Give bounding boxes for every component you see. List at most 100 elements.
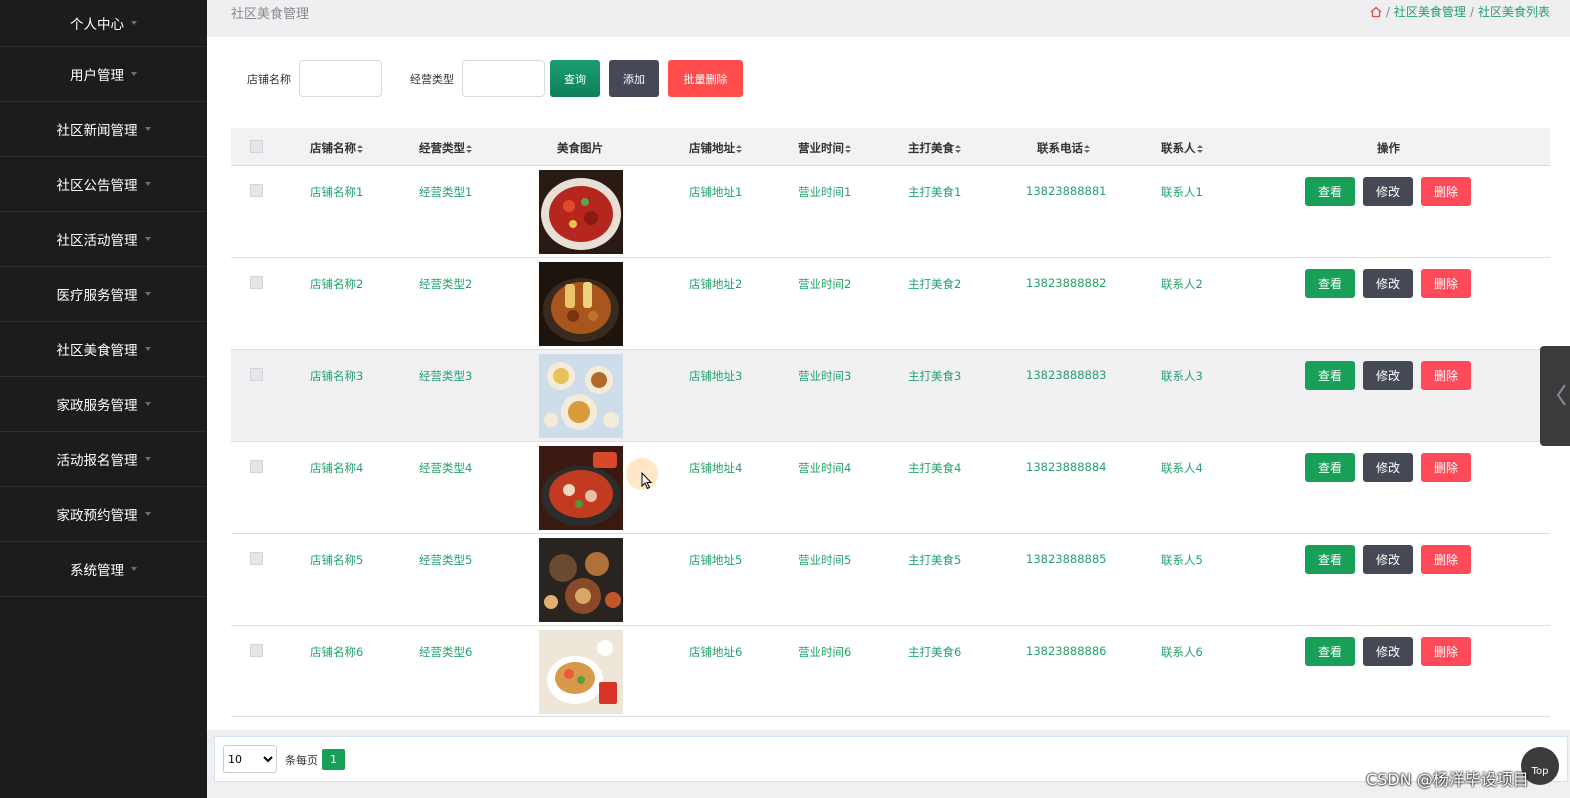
- column-header-label: 经营类型: [419, 141, 465, 155]
- view-button[interactable]: 查看: [1305, 545, 1355, 574]
- pagination: 10 条每页 1: [214, 736, 1568, 782]
- business-type-label: 经营类型: [410, 72, 454, 86]
- store-name-label: 店铺名称: [247, 72, 291, 86]
- phone-cell: 13823888883: [1026, 368, 1107, 382]
- food-image: [539, 630, 623, 714]
- row-actions: 查看 修改 删除: [1305, 545, 1471, 574]
- chevron-down-icon: [131, 567, 137, 571]
- delete-button[interactable]: 删除: [1421, 545, 1471, 574]
- search-bar: 店铺名称 经营类型 查询 添加 批量删除: [247, 60, 743, 97]
- sort-icon[interactable]: [357, 145, 363, 153]
- column-header-label: 联系人: [1161, 141, 1196, 155]
- business-type-cell: 经营类型2: [419, 277, 473, 291]
- sidebar-item-medical-management[interactable]: 医疗服务管理: [0, 267, 207, 322]
- breadcrumb-separator: /: [1469, 4, 1474, 19]
- store-address-cell: 店铺地址2: [689, 277, 743, 291]
- store-address-cell: 店铺地址6: [689, 645, 743, 659]
- row-checkbox[interactable]: [250, 552, 263, 565]
- sidebar-item-label: 社区新闻管理: [56, 123, 138, 139]
- add-button[interactable]: 添加: [609, 60, 659, 97]
- column-header-store-name[interactable]: 店铺名称: [310, 140, 363, 156]
- business-type-cell: 经营类型1: [419, 185, 473, 199]
- sidebar-item-food-management[interactable]: 社区美食管理: [0, 322, 207, 377]
- breadcrumb-item[interactable]: 社区美食管理: [1394, 3, 1466, 20]
- side-panel-toggle[interactable]: [1540, 346, 1570, 446]
- edit-button[interactable]: 修改: [1363, 361, 1413, 390]
- delete-button[interactable]: 删除: [1421, 177, 1471, 206]
- edit-button[interactable]: 修改: [1363, 177, 1413, 206]
- sidebar-item-notice-management[interactable]: 社区公告管理: [0, 157, 207, 212]
- phone-cell: 13823888881: [1026, 184, 1107, 198]
- sort-icon[interactable]: [1196, 145, 1203, 153]
- batch-delete-button[interactable]: 批量删除: [668, 60, 743, 97]
- chevron-down-icon: [144, 347, 151, 351]
- delete-button[interactable]: 删除: [1421, 637, 1471, 666]
- delete-button[interactable]: 删除: [1421, 453, 1471, 482]
- row-checkbox[interactable]: [250, 644, 263, 657]
- sort-icon[interactable]: [845, 145, 851, 153]
- row-checkbox[interactable]: [250, 184, 263, 197]
- table-row: 店铺名称1 经营类型1 店铺地址1 营业时间1 主打美食1 1382388888…: [231, 165, 1550, 257]
- edit-button[interactable]: 修改: [1363, 545, 1413, 574]
- page-number-current[interactable]: 1: [322, 749, 345, 770]
- table-row: 店铺名称6 经营类型6 店铺地址6 营业时间6 主打美食6 1382388888…: [231, 625, 1550, 717]
- sidebar-item-news-management[interactable]: 社区新闻管理: [0, 102, 207, 157]
- sort-icon[interactable]: [1084, 145, 1090, 153]
- business-type-cell: 经营类型3: [419, 369, 473, 383]
- phone-cell: 13823888882: [1026, 276, 1107, 290]
- chevron-down-icon: [144, 457, 151, 461]
- home-icon[interactable]: [1370, 6, 1382, 18]
- column-header-signature-dish[interactable]: 主打美食: [908, 140, 961, 156]
- delete-button[interactable]: 删除: [1421, 269, 1471, 298]
- mouse-cursor-icon: [641, 472, 653, 490]
- sort-icon[interactable]: [955, 145, 961, 153]
- row-checkbox[interactable]: [250, 368, 263, 381]
- column-header-business-hours[interactable]: 营业时间: [798, 140, 851, 156]
- sidebar-item-system-management[interactable]: 系统管理: [0, 542, 207, 597]
- sidebar-item-signup-management[interactable]: 活动报名管理: [0, 432, 207, 487]
- sort-icon[interactable]: [736, 145, 742, 153]
- column-header-business-type[interactable]: 经营类型: [419, 140, 472, 156]
- view-button[interactable]: 查看: [1305, 637, 1355, 666]
- chevron-left-icon: [1556, 384, 1566, 406]
- sidebar-item-housekeeping-management[interactable]: 家政服务管理: [0, 377, 207, 432]
- row-actions: 查看 修改 删除: [1305, 453, 1471, 482]
- store-name-cell: 店铺名称1: [310, 185, 364, 199]
- edit-button[interactable]: 修改: [1363, 637, 1413, 666]
- sort-icon[interactable]: [466, 145, 472, 153]
- query-button[interactable]: 查询: [550, 60, 600, 97]
- business-type-input[interactable]: [462, 60, 545, 97]
- watermark: CSDN @杨洋毕设项目: [1366, 770, 1529, 789]
- sidebar-item-label: 社区活动管理: [56, 233, 138, 249]
- column-header-phone[interactable]: 联系电话: [1037, 140, 1090, 156]
- sidebar-item-activity-management[interactable]: 社区活动管理: [0, 212, 207, 267]
- edit-button[interactable]: 修改: [1363, 269, 1413, 298]
- store-name-cell: 店铺名称4: [310, 461, 364, 475]
- sidebar-item-personal-center[interactable]: 个人中心: [0, 0, 207, 47]
- column-header-contact[interactable]: 联系人: [1161, 140, 1203, 156]
- contact-cell: 联系人1: [1161, 185, 1203, 199]
- delete-button[interactable]: 删除: [1421, 361, 1471, 390]
- business-hours-cell: 营业时间6: [798, 645, 852, 659]
- sidebar-item-label: 个人中心: [70, 17, 124, 33]
- view-button[interactable]: 查看: [1305, 453, 1355, 482]
- sidebar-item-booking-management[interactable]: 家政预约管理: [0, 487, 207, 542]
- page-size-select[interactable]: 10: [223, 745, 277, 773]
- view-button[interactable]: 查看: [1305, 177, 1355, 206]
- food-image: [539, 446, 623, 530]
- breadcrumb-item[interactable]: 社区美食列表: [1478, 3, 1550, 20]
- row-checkbox[interactable]: [250, 276, 263, 289]
- view-button[interactable]: 查看: [1305, 361, 1355, 390]
- store-address-cell: 店铺地址1: [689, 185, 743, 199]
- select-all-checkbox[interactable]: [250, 140, 263, 153]
- contact-cell: 联系人3: [1161, 369, 1203, 383]
- edit-button[interactable]: 修改: [1363, 453, 1413, 482]
- row-checkbox[interactable]: [250, 460, 263, 473]
- view-button[interactable]: 查看: [1305, 269, 1355, 298]
- sidebar-item-user-management[interactable]: 用户管理: [0, 47, 207, 102]
- column-header-store-address[interactable]: 店铺地址: [689, 140, 742, 156]
- sidebar: 个人中心 用户管理 社区新闻管理 社区公告管理 社区活动管理 医疗服务管理 社区…: [0, 0, 207, 798]
- chevron-down-icon: [144, 182, 151, 186]
- store-name-input[interactable]: [299, 60, 382, 97]
- signature-dish-cell: 主打美食6: [908, 645, 962, 659]
